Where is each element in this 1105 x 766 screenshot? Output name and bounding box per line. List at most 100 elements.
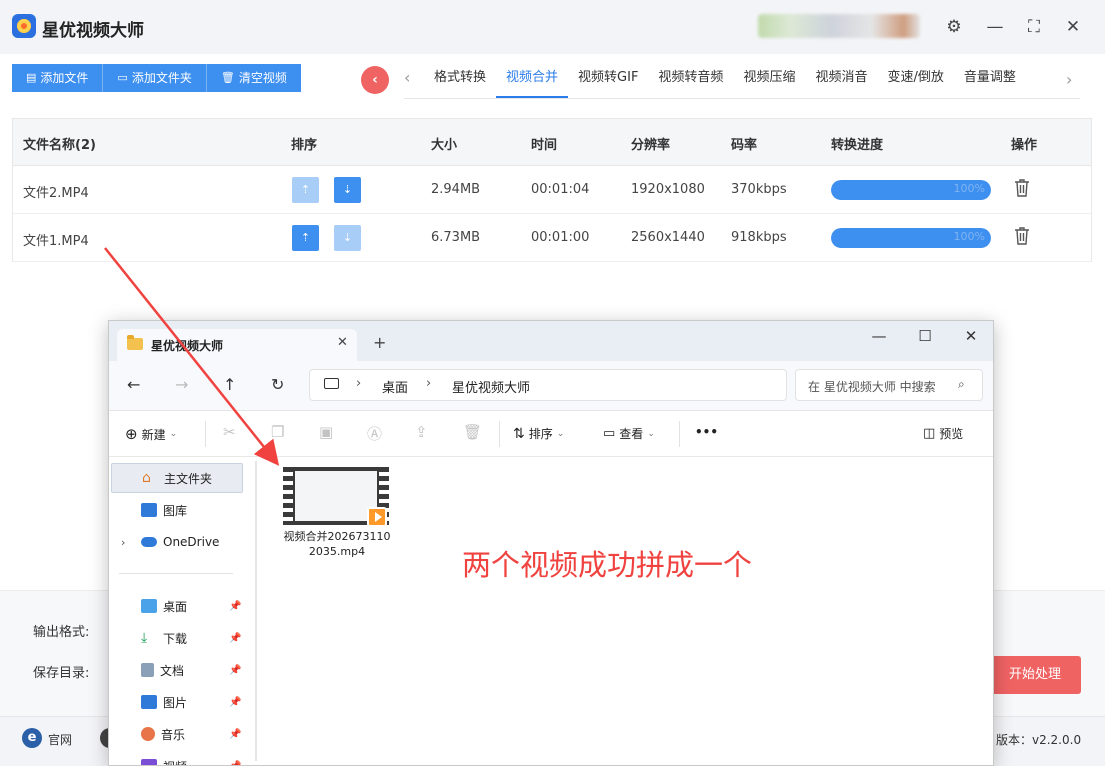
col-resolution: 分辨率 — [631, 138, 671, 153]
sidebar-item-gallery[interactable]: 图库 — [111, 495, 243, 525]
explorer-search-input[interactable]: 在 星优视频大师 中搜索 ⌕ — [795, 369, 983, 401]
row-time: 00:01:04 — [531, 182, 590, 197]
maximize-icon[interactable]: ⛶ — [1021, 14, 1047, 40]
annotation-text: 两个视频成功拼成一个 — [462, 548, 753, 582]
view-button[interactable]: ▭ 查看 ⌄ — [603, 425, 655, 442]
add-folder-button[interactable]: ▭ 添加文件夹 — [103, 64, 207, 92]
search-icon[interactable]: ⌕ — [958, 377, 965, 392]
sidebar-scrollbar[interactable] — [255, 461, 257, 761]
new-item-button[interactable]: ⊕ 新建 ⌄ — [125, 425, 177, 443]
tab-1[interactable]: 视频合并 — [496, 64, 569, 98]
add-file-button[interactable]: ▤ 添加文件 — [12, 64, 104, 92]
table-row[interactable]: 文件2.MP4 ⇡ ⇣ 2.94MB 00:01:04 1920x1080 37… — [13, 166, 1091, 214]
cut-icon[interactable]: ✂ — [223, 423, 236, 441]
preview-pane-button[interactable]: ◫ 预览 — [923, 425, 963, 442]
tab-close-icon[interactable]: ✕ — [337, 335, 348, 350]
row-progress-bar: 100% — [831, 180, 991, 200]
command-divider — [499, 421, 500, 447]
delete-row-trash-icon[interactable] — [1014, 178, 1030, 198]
film-strip-icon — [283, 467, 293, 525]
delete-row-trash-icon[interactable] — [1014, 226, 1030, 246]
row-bitrate: 918kbps — [731, 230, 787, 245]
col-action: 操作 — [1011, 138, 1038, 153]
sidebar-item-downloads[interactable]: ⤓ 下载 📌 — [111, 623, 243, 653]
website-icon[interactable]: e — [22, 728, 42, 748]
tab-5[interactable]: 视频消音 — [805, 64, 877, 98]
sidebar-item-pictures[interactable]: 图片 📌 — [111, 687, 243, 717]
forward-arrow-icon[interactable]: → — [175, 375, 188, 394]
new-tab-icon[interactable]: + — [373, 333, 386, 352]
back-arrow-icon[interactable]: ← — [127, 375, 140, 394]
add-file-label: 添加文件 — [40, 71, 89, 85]
tabs-scroll-left-icon[interactable]: ‹ — [404, 68, 410, 87]
sidebar-item-videos[interactable]: 视频 📌 — [111, 751, 243, 766]
move-up-button[interactable]: ⇡ — [292, 225, 319, 251]
explorer-minimize-icon[interactable]: — — [869, 327, 889, 345]
start-process-button[interactable]: 开始处理 — [988, 656, 1081, 694]
explorer-tab[interactable]: 星优视频大师 ✕ — [117, 329, 357, 361]
add-folder-label: 添加文件夹 — [131, 71, 192, 85]
tab-6[interactable]: 变速/倒放 — [877, 64, 953, 98]
move-up-button[interactable]: ⇡ — [292, 177, 319, 203]
sidebar-item-documents[interactable]: 文档 📌 — [111, 655, 243, 685]
file-table: 文件名称(2) 排序 大小 时间 分辨率 码率 转换进度 操作 文件2.MP4 … — [12, 118, 1092, 262]
output-file-name[interactable]: 视频合并2026731102035.mp4 — [281, 529, 393, 559]
pin-icon[interactable]: 📌 — [229, 729, 241, 740]
back-circle-button[interactable]: ‹ — [361, 66, 389, 94]
sidebar-item-desktop[interactable]: 桌面 📌 — [111, 591, 243, 621]
breadcrumb-desktop[interactable]: 桌面 — [382, 377, 408, 396]
explorer-close-icon[interactable]: ✕ — [961, 327, 981, 345]
user-avatar[interactable] — [758, 14, 920, 38]
play-badge-icon — [367, 507, 387, 527]
clear-video-button[interactable]: 🗑 清空视频 — [206, 64, 301, 92]
refresh-icon[interactable]: ↻ — [271, 375, 284, 394]
delete-icon[interactable]: 🗑 — [463, 423, 482, 441]
home-icon: ⌂ — [142, 470, 151, 486]
sidebar-item-onedrive[interactable]: › OneDrive — [111, 527, 243, 557]
gallery-icon — [141, 503, 157, 517]
sidebar-item-music[interactable]: 音乐 📌 — [111, 719, 243, 749]
music-icon — [141, 727, 155, 741]
sidebar-item-label: 音乐 — [161, 727, 186, 742]
settings-icon[interactable]: ⚙ — [941, 14, 967, 40]
tab-4[interactable]: 视频压缩 — [733, 64, 805, 98]
tab-7[interactable]: 音量调整 — [954, 64, 1026, 98]
copy-icon[interactable]: ❐ — [271, 423, 284, 441]
move-down-button[interactable]: ⇣ — [334, 225, 361, 251]
pin-icon[interactable]: 📌 — [229, 601, 241, 612]
up-arrow-icon[interactable]: ↑ — [223, 375, 236, 394]
more-options-icon[interactable]: ••• — [695, 425, 718, 439]
rename-icon[interactable]: Ⓐ — [367, 423, 382, 444]
paste-icon[interactable]: ▣ — [319, 423, 333, 441]
sidebar-item-home[interactable]: ⌂ 主文件夹 — [111, 463, 243, 493]
breadcrumb-folder[interactable]: 星优视频大师 — [452, 377, 530, 396]
col-bitrate: 码率 — [731, 138, 758, 153]
close-icon[interactable]: ✕ — [1060, 14, 1086, 40]
folder-icon — [127, 335, 143, 350]
tab-2[interactable]: 视频转GIF — [568, 64, 648, 98]
chevron-down-icon: ⌄ — [556, 428, 565, 439]
tab-0[interactable]: 格式转换 — [424, 64, 496, 98]
minimize-icon[interactable]: — — [982, 14, 1008, 40]
table-row[interactable]: 文件1.MP4 ⇡ ⇣ 6.73MB 00:01:00 2560x1440 91… — [13, 214, 1091, 262]
address-bar[interactable]: › 桌面 › 星优视频大师 — [309, 369, 787, 401]
clear-video-label: 清空视频 — [238, 71, 287, 85]
explorer-maximize-icon[interactable]: ☐ — [915, 327, 935, 345]
share-icon[interactable]: ⇪ — [415, 423, 428, 441]
chevron-right-icon[interactable]: › — [121, 536, 125, 549]
file-action-buttons: ▤ 添加文件 ▭ 添加文件夹 🗑 清空视频 — [12, 64, 301, 92]
sort-button[interactable]: ⇅ 排序 ⌄ — [513, 425, 564, 442]
tab-3[interactable]: 视频转音频 — [648, 64, 733, 98]
pin-icon[interactable]: 📌 — [229, 665, 241, 676]
tabs-scroll-right-icon[interactable]: › — [1066, 70, 1072, 89]
pin-icon[interactable]: 📌 — [229, 633, 241, 644]
pin-icon[interactable]: 📌 — [229, 761, 241, 766]
version-text: 版本：v2.2.0.0 — [996, 733, 1082, 747]
pin-icon[interactable]: 📌 — [229, 697, 241, 708]
move-down-button[interactable]: ⇣ — [334, 177, 361, 203]
progress-text: 100% — [953, 230, 985, 243]
row-resolution: 1920x1080 — [631, 182, 705, 197]
row-time: 00:01:00 — [531, 230, 590, 245]
folder-icon: ▭ — [117, 71, 128, 84]
website-link[interactable]: 官网 — [48, 731, 72, 748]
